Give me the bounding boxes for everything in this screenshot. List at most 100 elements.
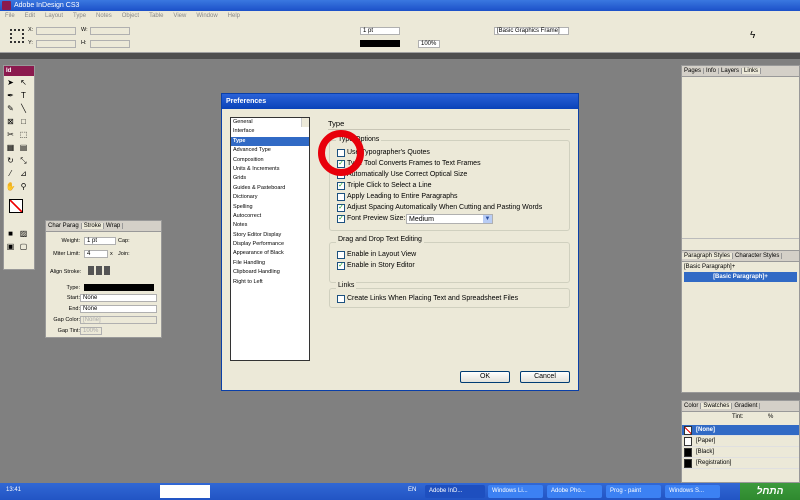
category-spelling[interactable]: Spelling: [231, 203, 309, 212]
gap-color-dropdown[interactable]: [None]: [80, 316, 157, 324]
category-scrollbar[interactable]: [301, 118, 309, 128]
tab-swatches[interactable]: Swatches: [701, 403, 733, 409]
zoom-icon[interactable]: ⚲: [18, 181, 29, 192]
cancel-button[interactable]: Cancel: [520, 371, 570, 383]
lightning-icon[interactable]: ϟ: [750, 30, 755, 41]
tab-pages[interactable]: Pages: [682, 68, 705, 74]
pencil-tool-icon[interactable]: ✎: [5, 103, 16, 114]
category-interface[interactable]: Interface: [231, 127, 309, 136]
stroke-type-swatch[interactable]: [360, 40, 400, 47]
menu-notes[interactable]: Notes: [96, 13, 112, 19]
menu-view[interactable]: View: [173, 13, 186, 19]
task-indesign[interactable]: Adobe InD...: [425, 485, 485, 498]
fill-stroke-swatch[interactable]: [6, 197, 32, 223]
line-tool-icon[interactable]: ╲: [18, 103, 29, 114]
triple-click-checkbox[interactable]: ✓ Triple Click to Select a Line: [337, 181, 432, 191]
tab-info[interactable]: Info: [704, 68, 720, 74]
align-stroke-buttons[interactable]: [88, 266, 112, 275]
start-button[interactable]: התחל: [740, 483, 800, 500]
scissors-icon[interactable]: ✂: [5, 129, 16, 140]
tab-gradient[interactable]: Gradient: [732, 403, 761, 409]
category-notes[interactable]: Notes: [231, 221, 309, 230]
category-appearance-black[interactable]: Appearance of Black: [231, 249, 309, 258]
create-links-checkbox[interactable]: Create Links When Placing Text and Sprea…: [337, 294, 518, 304]
tab-wrap[interactable]: Wrap: [104, 223, 124, 229]
swatch-paper[interactable]: [Paper]: [682, 436, 799, 447]
menu-edit[interactable]: Edit: [25, 13, 35, 19]
category-clipboard[interactable]: Clipboard Handling: [231, 268, 309, 277]
gradient-icon[interactable]: ▦: [5, 142, 16, 153]
frame-tool-icon[interactable]: ⊠: [5, 116, 16, 127]
enable-story-editor-checkbox[interactable]: ✓ Enable in Story Editor: [337, 261, 415, 271]
task-windows[interactable]: Windows S...: [665, 485, 720, 498]
tab-stroke[interactable]: Stroke: [81, 223, 105, 229]
eyedropper-icon[interactable]: ⁄: [5, 168, 16, 179]
tab-color[interactable]: Color: [682, 403, 702, 409]
category-units[interactable]: Units & Increments: [231, 165, 309, 174]
category-story-editor[interactable]: Story Editor Display: [231, 231, 309, 240]
tab-character-styles[interactable]: Character Styles: [733, 253, 783, 259]
menu-table[interactable]: Table: [149, 13, 163, 19]
scale-icon[interactable]: ⤡: [18, 155, 29, 166]
swatch-none[interactable]: [None]: [682, 425, 799, 436]
apply-color-icon[interactable]: ■: [5, 228, 16, 239]
enable-layout-view-checkbox[interactable]: Enable in Layout View: [337, 250, 416, 260]
rectangle-tool-icon[interactable]: □: [18, 116, 29, 127]
tab-layers[interactable]: Layers: [719, 68, 743, 74]
category-guides[interactable]: Guides & Pasteboard: [231, 184, 309, 193]
apply-none-icon[interactable]: ▨: [18, 228, 29, 239]
menu-type[interactable]: Type: [73, 13, 86, 19]
menu-window[interactable]: Window: [196, 13, 217, 19]
tab-paragraph-styles[interactable]: Paragraph Styles: [682, 253, 734, 259]
task-paint[interactable]: Prog - paint: [606, 485, 661, 498]
category-list[interactable]: General Interface Type Advanced Type Com…: [230, 117, 310, 361]
category-general[interactable]: General: [231, 118, 309, 127]
category-type[interactable]: Type: [231, 136, 309, 147]
menu-layout[interactable]: Layout: [45, 13, 63, 19]
swatch-black[interactable]: [Black]: [682, 447, 799, 458]
category-file-handling[interactable]: File Handling: [231, 259, 309, 268]
type-tool-icon[interactable]: T: [18, 90, 29, 101]
optical-size-checkbox[interactable]: ✓ Automatically Use Correct Optical Size: [337, 170, 467, 180]
x-field[interactable]: [36, 27, 76, 35]
fill-none-icon[interactable]: [9, 199, 23, 213]
normal-view-icon[interactable]: ▣: [5, 241, 16, 252]
reference-point-icon[interactable]: [10, 29, 24, 43]
category-autocorrect[interactable]: Autocorrect: [231, 212, 309, 221]
y-field[interactable]: [36, 40, 76, 48]
scale-field[interactable]: 100%: [418, 40, 440, 48]
task-photoshop[interactable]: Adobe Pho...: [547, 485, 602, 498]
menu-help[interactable]: Help: [228, 13, 240, 19]
menu-object[interactable]: Object: [122, 13, 139, 19]
menu-file[interactable]: File: [5, 13, 15, 19]
weight-field[interactable]: 1 pt: [84, 237, 116, 245]
start-dropdown[interactable]: None: [80, 294, 157, 302]
selection-tool-icon[interactable]: ➤: [5, 77, 16, 88]
note-icon[interactable]: ▤: [18, 142, 29, 153]
object-style-dropdown[interactable]: [Basic Graphics Frame]: [494, 27, 569, 35]
stroke-weight-field[interactable]: 1 pt: [360, 27, 400, 35]
task-windows-live[interactable]: Windows Li...: [488, 485, 543, 498]
category-right-to-left[interactable]: Right to Left: [231, 278, 309, 287]
gap-tint-field[interactable]: 100%: [80, 327, 102, 335]
h-field[interactable]: [90, 40, 130, 48]
stroke-type-dropdown[interactable]: [84, 284, 154, 291]
miter-field[interactable]: 4: [84, 250, 108, 258]
font-preview-size-dropdown[interactable]: Medium ▼: [406, 214, 493, 224]
style-item-basic-paragraph[interactable]: [Basic Paragraph]+: [684, 272, 797, 282]
apply-leading-checkbox[interactable]: Apply Leading to Entire Paragraphs: [337, 192, 458, 202]
tray-widget[interactable]: [160, 485, 210, 498]
category-display-performance[interactable]: Display Performance: [231, 240, 309, 249]
swatch-registration[interactable]: [Registration]: [682, 458, 799, 469]
measure-icon[interactable]: ⊿: [18, 168, 29, 179]
pen-tool-icon[interactable]: ✒: [5, 90, 16, 101]
rotate-icon[interactable]: ↻: [5, 155, 16, 166]
ok-button[interactable]: OK: [460, 371, 510, 383]
w-field[interactable]: [90, 27, 130, 35]
hand-icon[interactable]: ✋: [5, 181, 16, 192]
category-advanced-type[interactable]: Advanced Type: [231, 146, 309, 155]
category-grids[interactable]: Grids: [231, 174, 309, 183]
tab-character[interactable]: Char Parag: [46, 223, 82, 229]
end-dropdown[interactable]: None: [80, 305, 157, 313]
adjust-spacing-checkbox[interactable]: ✓ Adjust Spacing Automatically When Cutti…: [337, 203, 542, 213]
